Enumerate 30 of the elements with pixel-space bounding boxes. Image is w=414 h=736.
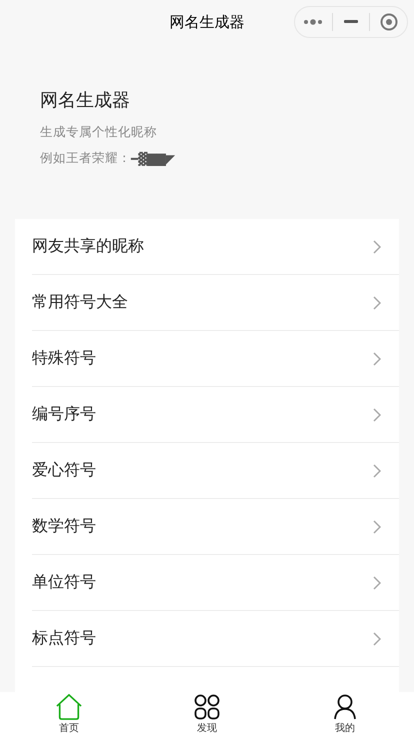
menu-item[interactable]: 特殊符号 — [32, 331, 399, 387]
subtitle: 生成专属个性化昵称 — [40, 124, 158, 141]
menu-item[interactable]: 单位符号 — [32, 555, 399, 611]
minimize-icon[interactable] — [344, 20, 358, 24]
chevron-icon — [373, 632, 381, 646]
tab[interactable]: 发现 — [138, 692, 276, 736]
home-icon — [54, 694, 84, 720]
person-icon — [334, 694, 356, 720]
tab[interactable]: 我的 — [276, 692, 414, 736]
chevron-icon — [373, 464, 381, 478]
menu-item[interactable]: 数学符号 — [32, 499, 399, 555]
grid-icon — [194, 694, 220, 720]
chevron-icon — [373, 408, 381, 422]
chevron-icon — [373, 352, 381, 366]
chevron-icon — [373, 520, 381, 534]
menu-item[interactable]: 编号序号 — [32, 387, 399, 443]
chevron-icon — [373, 296, 381, 310]
chevron-icon — [373, 576, 381, 590]
chevron-icon — [373, 240, 381, 254]
close-icon[interactable] — [380, 13, 398, 31]
page-title: 网名生成器 — [40, 89, 131, 112]
nav-title: 网名生成器 — [170, 12, 244, 32]
example-label: 例如王者荣耀： — [40, 150, 131, 165]
example-nickname: ━▓▇▇◤ — [131, 152, 176, 166]
tab[interactable]: 首页 — [0, 692, 138, 736]
menu-item[interactable]: 爱心符号 — [32, 443, 399, 499]
more-icon[interactable] — [303, 19, 324, 25]
menu-item[interactable]: 网友共享的昵称 — [32, 219, 399, 275]
menu-item[interactable]: 常用符号大全 — [32, 275, 399, 331]
menu-item[interactable]: 标点符号 — [32, 611, 399, 667]
